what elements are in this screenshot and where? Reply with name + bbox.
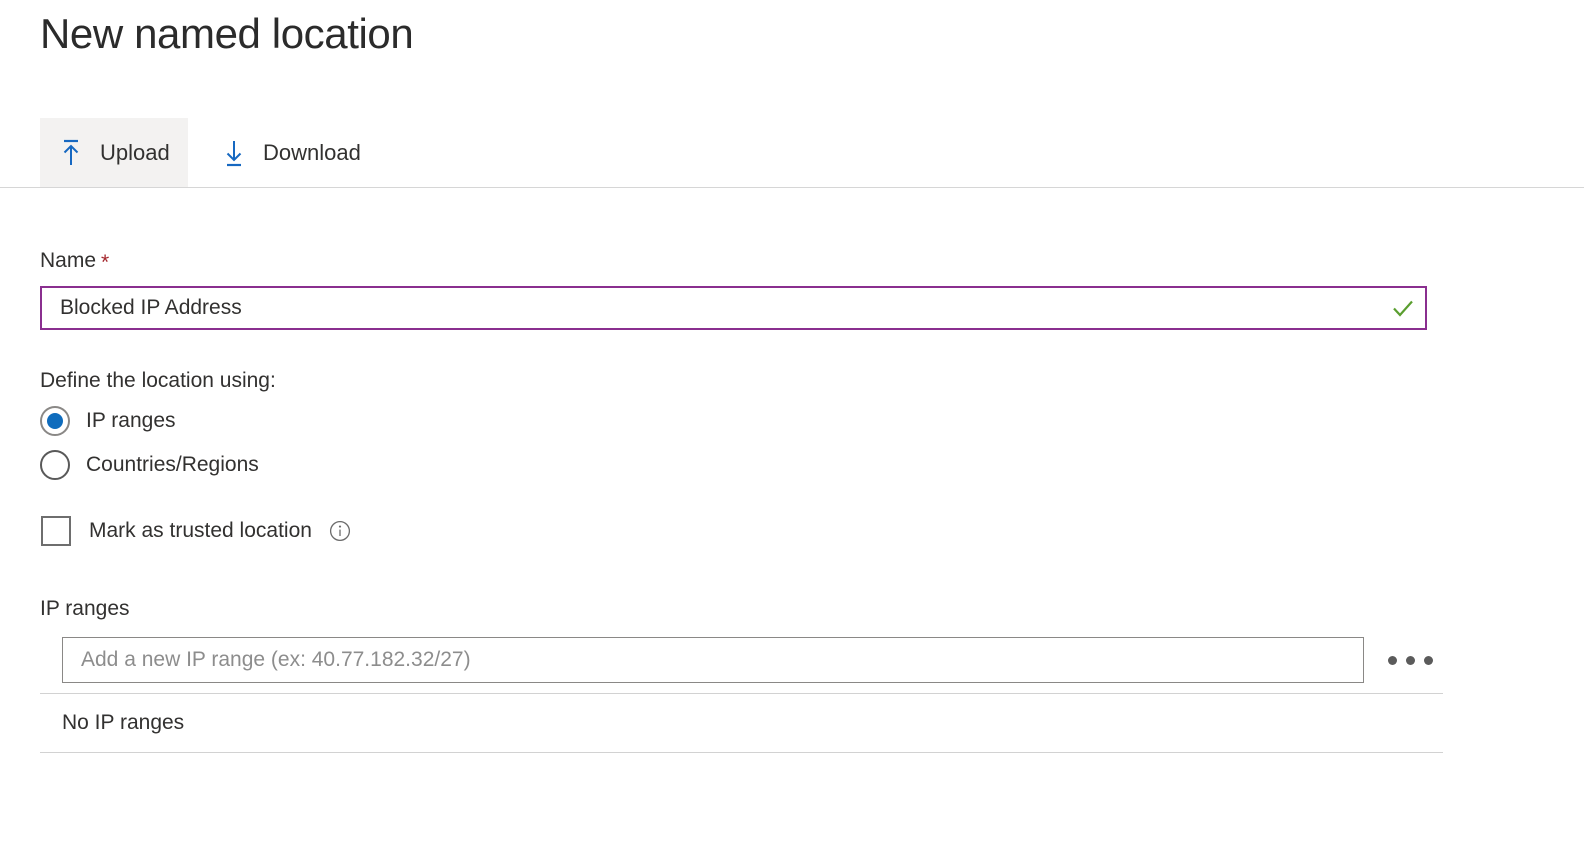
checkbox-unchecked-icon[interactable] [41, 516, 71, 546]
mark-as-trusted-label: Mark as trusted location [89, 519, 312, 542]
download-icon [217, 135, 251, 171]
radio-option-countries-regions[interactable]: Countries/Regions [40, 450, 259, 480]
checkmark-icon [1381, 295, 1425, 321]
ip-ranges-section-label: IP ranges [40, 597, 130, 620]
download-button[interactable]: Download [203, 118, 379, 187]
upload-icon [54, 135, 88, 171]
radio-option-countries-regions-label: Countries/Regions [86, 453, 259, 476]
upload-button[interactable]: Upload [40, 118, 188, 187]
ip-range-input-row [62, 637, 1443, 683]
page-title: New named location [40, 10, 414, 57]
ip-ranges-empty-text: No IP ranges [62, 711, 185, 734]
ip-range-input[interactable] [62, 637, 1364, 683]
radio-option-ip-ranges-label: IP ranges [86, 409, 176, 432]
mark-as-trusted-checkbox-row[interactable]: Mark as trusted location [41, 516, 351, 546]
ip-ranges-list: No IP ranges [40, 693, 1443, 753]
radio-icon-selected [40, 406, 70, 436]
name-input[interactable]: Blocked IP Address [42, 288, 1381, 328]
download-button-label: Download [263, 139, 361, 165]
define-location-label: Define the location using: [40, 369, 276, 392]
name-label-text: Name [40, 249, 97, 272]
info-icon[interactable] [329, 520, 351, 542]
list-item: No IP ranges [40, 694, 1443, 752]
name-input-wrapper[interactable]: Blocked IP Address [40, 286, 1427, 330]
list-divider-bottom [40, 752, 1443, 753]
upload-button-label: Upload [100, 139, 170, 165]
command-bar: Upload Download [0, 118, 1584, 188]
ellipsis-icon[interactable] [1380, 637, 1440, 683]
required-asterisk: * [101, 251, 110, 274]
name-field-label: Name * [40, 248, 109, 274]
radio-icon-unselected [40, 450, 70, 480]
radio-option-ip-ranges[interactable]: IP ranges [40, 406, 176, 436]
